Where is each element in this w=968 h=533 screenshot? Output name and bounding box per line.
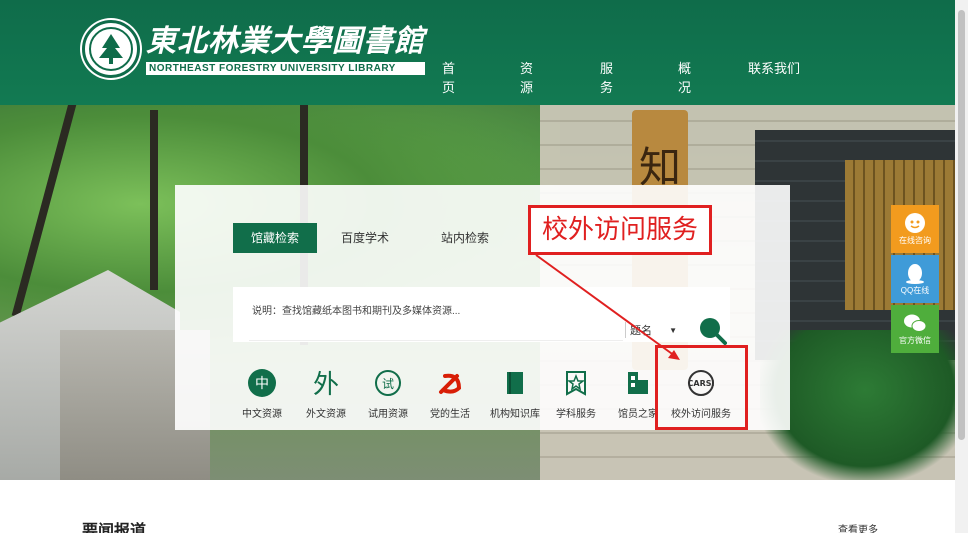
tab-baidu-scholar[interactable]: 百度学术 [323, 223, 407, 253]
quick-link-subject[interactable]: 学科服务 [541, 367, 611, 420]
chevron-down-icon: ▼ [669, 325, 677, 335]
nav-overview[interactable]: 概况 [678, 58, 691, 96]
wechat-icon [891, 305, 939, 335]
logo-english-name: NORTHEAST FORESTRY UNIVERSITY LIBRARY [146, 61, 425, 75]
search-field-select[interactable]: 题名 ▼ [625, 322, 677, 338]
qq-icon [891, 255, 939, 285]
nav-contact[interactable]: 联系我们 [748, 58, 800, 77]
scrollbar-thumb[interactable] [958, 10, 965, 440]
quick-link-chinese[interactable]: 中 中文资源 [227, 367, 297, 420]
news-section-title: 要闻报道 [82, 523, 147, 533]
search-icon[interactable] [697, 315, 727, 345]
search-tabs: 馆藏检索 百度学术 站内检索 [233, 223, 511, 253]
nav-services[interactable]: 服务 [600, 58, 613, 96]
site-header: 東北林業大學圖書館 NORTHEAST FORESTRY UNIVERSITY … [0, 0, 968, 105]
book-icon [480, 367, 550, 399]
shi-icon: 试 [353, 367, 423, 399]
search-hint: 说明：查找馆藏纸本图书和期刊及多媒体资源... [252, 306, 461, 317]
annotation-label: 校外访问服务 [528, 205, 712, 255]
side-online-consult[interactable]: 在线咨询 [891, 205, 939, 253]
nav-resources[interactable]: 资源 [520, 58, 533, 96]
tab-site-search[interactable]: 站内检索 [423, 223, 507, 253]
logo-chinese-name: 東北林業大學圖書館 [146, 23, 425, 59]
quick-link-repository[interactable]: 机构知识库 [480, 367, 550, 420]
svg-text:外: 外 [313, 370, 339, 398]
tab-catalog-search[interactable]: 馆藏检索 [233, 223, 318, 253]
news-more-link[interactable]: 查看更多 [838, 521, 878, 533]
nav-home[interactable]: 首页 [442, 58, 455, 96]
side-qq-online[interactable]: QQ在线 [891, 255, 939, 303]
search-input[interactable] [249, 319, 623, 341]
party-emblem-icon [415, 367, 485, 399]
quick-link-foreign[interactable]: 外 外文资源 [291, 367, 361, 420]
zhong-icon: 中 [227, 367, 297, 399]
vertical-scrollbar[interactable] [955, 0, 968, 533]
side-float-bar: 在线咨询 QQ在线 官方微信 [891, 205, 939, 355]
chat-bot-icon [891, 205, 939, 235]
search-box: 说明：查找馆藏纸本图书和期刊及多媒体资源... 题名 ▼ [233, 287, 730, 342]
quick-link-trial[interactable]: 试 试用资源 [353, 367, 423, 420]
university-emblem-icon [82, 20, 140, 78]
annotation-highlight-box [655, 345, 748, 430]
svg-text:试: 试 [382, 376, 394, 391]
tree-trunk [150, 110, 158, 290]
side-wechat[interactable]: 官方微信 [891, 305, 939, 353]
library-logo[interactable]: 東北林業大學圖書館 NORTHEAST FORESTRY UNIVERSITY … [82, 20, 425, 78]
svg-text:中: 中 [255, 376, 269, 392]
star-badge-icon [541, 367, 611, 399]
quick-link-party[interactable]: 党的生活 [415, 367, 485, 420]
wai-icon: 外 [291, 367, 361, 399]
